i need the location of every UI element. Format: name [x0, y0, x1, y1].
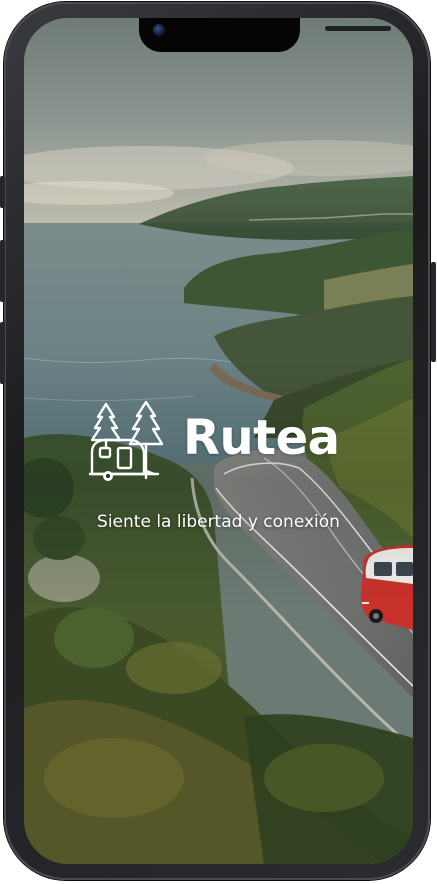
mute-switch	[0, 176, 5, 208]
speaker-grille	[325, 26, 391, 31]
notch	[139, 18, 391, 52]
brand-header: Rutea	[88, 400, 358, 486]
volume-up-button	[0, 240, 5, 302]
power-button	[431, 262, 436, 362]
camper-trailer-pine-trees-icon	[88, 400, 164, 481]
app-name: Rutea	[183, 410, 340, 466]
volume-down-button	[0, 322, 5, 384]
tagline: Siente la libertad y conexión	[97, 512, 340, 532]
front-camera-icon	[153, 24, 165, 36]
